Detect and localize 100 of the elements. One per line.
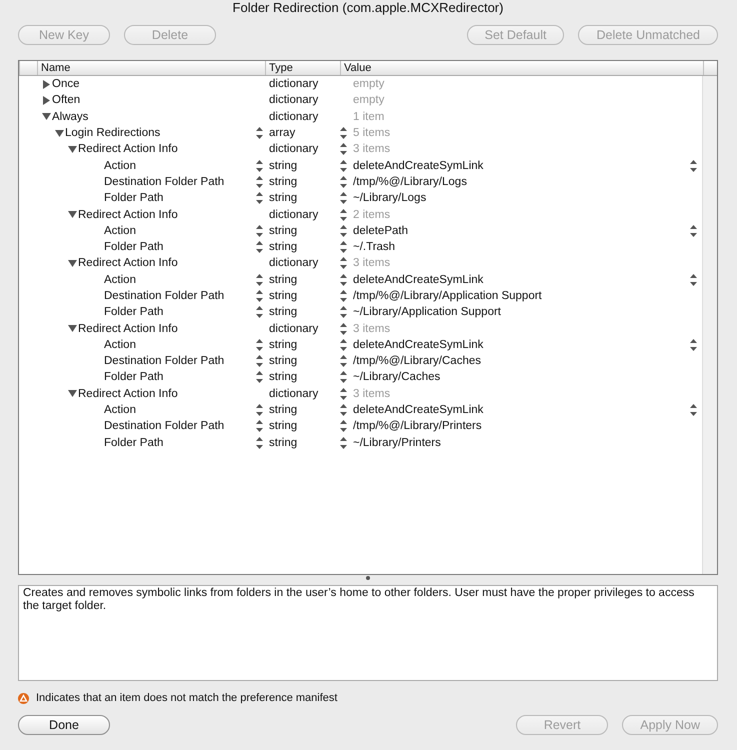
stepper-icon[interactable] (340, 192, 347, 204)
type-label: dictionary (269, 94, 318, 106)
window-title: Folder Redirection (com.apple.MCXRedirector) (232, 0, 504, 17)
stepper-icon[interactable] (340, 371, 347, 384)
key-name: Redirect Action Info (78, 388, 178, 400)
stepper-icon[interactable] (256, 127, 263, 140)
popup-arrows-icon[interactable] (690, 224, 697, 237)
disclosure-triangle-icon[interactable] (67, 388, 78, 400)
stepper-icon[interactable] (256, 404, 263, 416)
stepper-icon[interactable] (256, 420, 263, 432)
value-text: 3 items (353, 143, 390, 156)
stepper-icon[interactable] (256, 176, 263, 188)
key-name: Often (52, 94, 80, 106)
stepper-icon[interactable] (256, 306, 263, 318)
type-label: string (269, 355, 298, 368)
value-text: /tmp/%@/Library/Printers (353, 420, 482, 432)
stepper-icon[interactable] (256, 371, 263, 384)
stepper-icon[interactable] (340, 355, 347, 368)
stepper-icon[interactable] (256, 160, 263, 172)
key-name: Redirect Action Info (78, 143, 178, 156)
stepper-icon[interactable] (340, 143, 347, 156)
type-label: string (269, 241, 298, 254)
stepper-icon[interactable] (340, 224, 347, 237)
scrollbar-track[interactable] (702, 76, 717, 574)
stepper-icon[interactable] (340, 306, 347, 318)
stepper-icon[interactable] (256, 436, 263, 449)
key-name: Action (104, 404, 136, 416)
stepper-icon[interactable] (340, 208, 347, 221)
popup-arrows-icon[interactable] (690, 274, 697, 286)
splitter-handle-icon[interactable] (365, 575, 371, 581)
stepper-icon[interactable] (340, 420, 347, 432)
stepper-icon[interactable] (340, 241, 347, 254)
stepper-icon[interactable] (340, 160, 347, 172)
type-label: dictionary (269, 322, 318, 335)
stepper-icon[interactable] (340, 388, 347, 400)
stepper-icon[interactable] (256, 224, 263, 237)
value-text: deleteAndCreateSymLink (353, 160, 484, 172)
stepper-icon[interactable] (340, 176, 347, 188)
stepper-icon[interactable] (340, 257, 347, 270)
key-name: Destination Folder Path (104, 176, 224, 188)
value-text: 1 item (353, 110, 384, 123)
stepper-icon[interactable] (340, 127, 347, 140)
disclosure-triangle-icon[interactable] (67, 258, 78, 269)
value-text: empty (353, 94, 384, 106)
disclosure-triangle-icon[interactable] (67, 209, 78, 220)
value-text: empty (353, 78, 384, 90)
stepper-icon[interactable] (256, 192, 263, 204)
stepper-icon[interactable] (256, 241, 263, 254)
stepper-icon[interactable] (340, 274, 347, 286)
type-label: dictionary (269, 110, 318, 123)
disclosure-triangle-icon[interactable] (41, 78, 52, 90)
disclosure-triangle-icon[interactable] (67, 144, 78, 155)
disclosure-triangle-icon[interactable] (41, 111, 52, 122)
column-header[interactable]: Type (265, 61, 340, 75)
key-name: Action (104, 224, 136, 237)
stepper-icon[interactable] (340, 436, 347, 449)
value-text: 3 items (353, 322, 390, 335)
disclosure-triangle-icon[interactable] (41, 94, 52, 106)
key-name: Destination Folder Path (104, 290, 224, 302)
stepper-icon[interactable] (256, 355, 263, 368)
column-header[interactable]: Value (340, 61, 703, 75)
stepper-icon[interactable] (256, 290, 263, 302)
stepper-icon[interactable] (340, 290, 347, 302)
value-text: deleteAndCreateSymLink (353, 404, 484, 416)
type-label: string (269, 306, 298, 318)
key-name: Folder Path (104, 306, 164, 318)
type-label: string (269, 338, 298, 351)
stepper-icon[interactable] (340, 322, 347, 335)
key-name: Redirect Action Info (78, 257, 178, 270)
key-name: Action (104, 160, 136, 172)
value-text: /tmp/%@/Library/Caches (353, 355, 481, 368)
type-label: string (269, 192, 298, 204)
stepper-icon[interactable] (256, 274, 263, 286)
value-text: 5 items (353, 127, 390, 140)
key-name: Folder Path (104, 371, 164, 384)
key-name: Redirect Action Info (78, 208, 178, 221)
key-name: Destination Folder Path (104, 355, 224, 368)
popup-arrows-icon[interactable] (690, 160, 697, 172)
type-label: dictionary (269, 388, 318, 400)
stepper-icon[interactable] (340, 404, 347, 416)
value-text: deleteAndCreateSymLink (353, 338, 484, 351)
key-name: Redirect Action Info (78, 322, 178, 335)
column-header[interactable]: Name (37, 61, 265, 75)
disclosure-triangle-icon[interactable] (54, 128, 65, 139)
key-name: Login Redirections (65, 127, 160, 140)
type-label: dictionary (269, 257, 318, 270)
value-text: /tmp/%@/Library/Logs (353, 176, 467, 188)
key-name: Folder Path (104, 192, 164, 204)
stepper-icon[interactable] (256, 338, 263, 351)
button[interactable]: Done (18, 715, 110, 735)
disclosure-triangle-icon[interactable] (67, 323, 78, 334)
type-label: dictionary (269, 143, 318, 156)
type-label: dictionary (269, 208, 318, 221)
type-label: string (269, 176, 298, 188)
stepper-icon[interactable] (340, 338, 347, 351)
type-label: string (269, 160, 298, 172)
popup-arrows-icon[interactable] (690, 338, 697, 351)
popup-arrows-icon[interactable] (690, 404, 697, 416)
value-text: ~/.Trash (353, 241, 396, 254)
type-label: dictionary (269, 78, 318, 90)
